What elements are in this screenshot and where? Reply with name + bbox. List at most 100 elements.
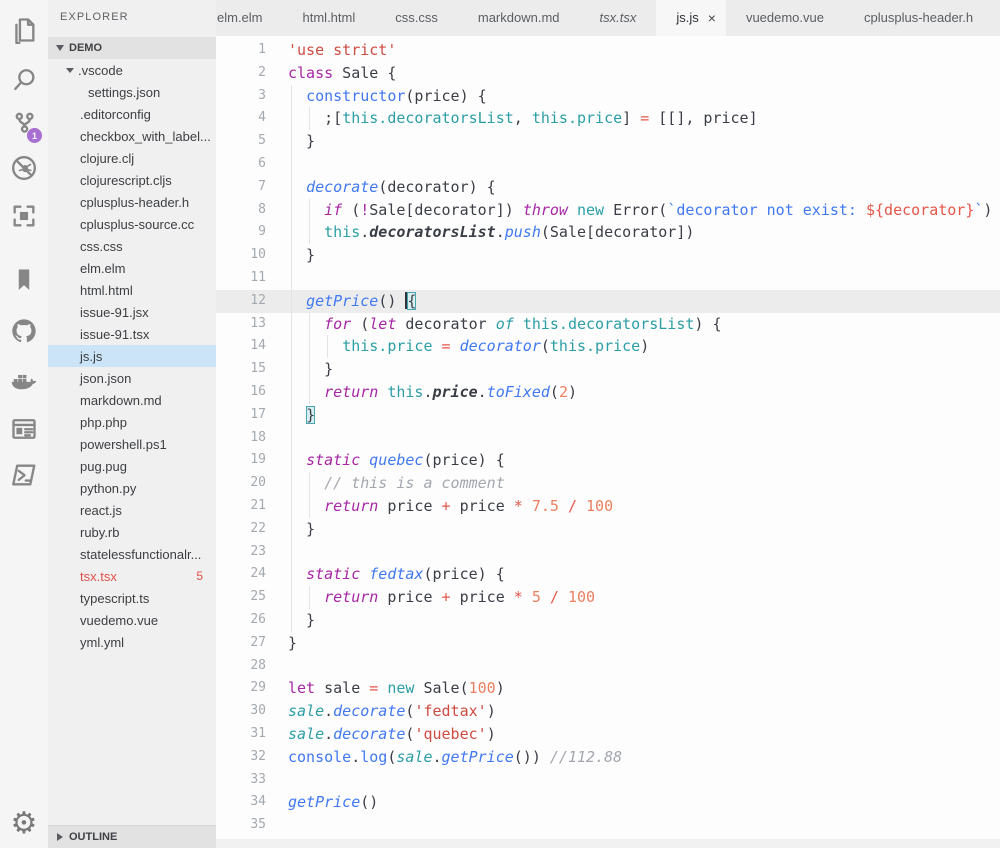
line-number: 32 (216, 746, 266, 769)
debug-disabled-icon[interactable] (7, 151, 41, 185)
code-line-5: 5 } (216, 130, 1000, 153)
file-row-tsx-tsx[interactable]: tsx.tsx5 (48, 565, 216, 587)
file-label: css.css (80, 239, 123, 254)
token-ti: sale (288, 702, 324, 720)
token-d: . (423, 383, 432, 401)
file-row-html-html[interactable]: html.html (48, 279, 216, 301)
token-ki: static (306, 451, 360, 469)
file-row-clojurescript-cljs[interactable]: clojurescript.cljs (48, 169, 216, 191)
indent-guide (309, 221, 310, 244)
github-icon[interactable] (7, 314, 41, 348)
token-s: 'quebec' (414, 725, 486, 743)
token-t: this.price (550, 337, 640, 355)
code-line-35: 35 (216, 814, 1000, 837)
file-row-react-js[interactable]: react.js (48, 499, 216, 521)
token-ti: of (496, 315, 514, 333)
code-line-content: } (266, 632, 297, 655)
tab-markdown-md[interactable]: markdown.md (458, 0, 580, 36)
tab-tsx-tsx[interactable]: tsx.tsx (580, 0, 657, 36)
token-d: Error( (604, 201, 667, 219)
token-d (541, 588, 550, 606)
close-icon[interactable]: × (708, 11, 716, 25)
file-row-python-py[interactable]: python.py (48, 477, 216, 499)
code-line-22: 22 } (216, 518, 1000, 541)
file-label: js.js (80, 349, 102, 364)
file-row-pug-pug[interactable]: pug.pug (48, 455, 216, 477)
code-line-17: 17 } (216, 404, 1000, 427)
folder-row--vscode[interactable]: .vscode (48, 59, 216, 81)
code-editor[interactable]: 1'use strict'2class Sale {3 constructor(… (216, 36, 1000, 848)
browser-preview-icon[interactable] (7, 412, 41, 446)
file-row-php-php[interactable]: php.php (48, 411, 216, 433)
token-t: new (577, 201, 604, 219)
tab-css-css[interactable]: css.css (375, 0, 458, 36)
outline-header[interactable]: OUTLINE (48, 825, 216, 848)
line-number: 7 (216, 176, 266, 199)
token-d: } (288, 360, 333, 378)
file-row-markdown-md[interactable]: markdown.md (48, 389, 216, 411)
token-d: (Sale[decorator]) (541, 223, 695, 241)
line-number: 12 (216, 290, 266, 313)
file-row-settings-json[interactable]: settings.json (48, 81, 216, 103)
tab-html-html[interactable]: html.html (283, 0, 376, 36)
line-number: 13 (216, 313, 266, 336)
code-line-content: getPrice() { (266, 290, 416, 313)
file-row-js-js[interactable]: js.js (48, 345, 216, 367)
code-line-content: } (266, 130, 315, 153)
bookmark-icon[interactable] (7, 263, 41, 297)
file-row-ruby-rb[interactable]: ruby.rb (48, 521, 216, 543)
token-fi: decorator (460, 337, 541, 355)
outline-header-label: OUTLINE (69, 831, 117, 843)
file-label: statelessfunctionalr... (80, 547, 201, 562)
code-line-21: 21 return price + price * 7.5 / 100 (216, 495, 1000, 518)
line-number: 16 (216, 381, 266, 404)
file-row-typescript-ts[interactable]: typescript.ts (48, 587, 216, 609)
token-t: this.decoratorsList (523, 315, 695, 333)
code-line-content: decorate(decorator) { (266, 176, 496, 199)
search-icon[interactable] (7, 62, 41, 96)
files-icon[interactable] (7, 13, 41, 47)
tab-js-js[interactable]: js.js× (656, 0, 726, 36)
file-row--editorconfig[interactable]: .editorconfig (48, 103, 216, 125)
token-fi: decorate (306, 178, 378, 196)
docker-icon[interactable] (7, 364, 41, 398)
file-row-cplusplus-source-cc[interactable]: cplusplus-source.cc (48, 213, 216, 235)
tab-cplusplus-header-h[interactable]: cplusplus-header.h (844, 0, 993, 36)
file-row-cplusplus-header-h[interactable]: cplusplus-header.h (48, 191, 216, 213)
powershell-icon[interactable] (7, 458, 41, 492)
file-row-vuedemo-vue[interactable]: vuedemo.vue (48, 609, 216, 631)
file-row-powershell-ps1[interactable]: powershell.ps1 (48, 433, 216, 455)
file-label: react.js (80, 503, 122, 518)
file-row-css-css[interactable]: css.css (48, 235, 216, 257)
line-number: 6 (216, 153, 266, 176)
code-line-content: } (266, 518, 315, 541)
token-o: / (550, 588, 559, 606)
token-fi: getPrice (442, 748, 514, 766)
line-number: 24 (216, 563, 266, 586)
file-label: powershell.ps1 (80, 437, 167, 452)
file-row-issue-91-jsx[interactable]: issue-91.jsx (48, 301, 216, 323)
token-k: ! (360, 201, 369, 219)
file-row-elm-elm[interactable]: elm.elm (48, 257, 216, 279)
file-row-clojure-clj[interactable]: clojure.clj (48, 147, 216, 169)
folder-header-demo[interactable]: DEMO (48, 37, 216, 59)
code-line-8: 8 if (!Sale[decorator]) throw new Error(… (216, 199, 1000, 222)
code-line-content (266, 769, 288, 792)
indent-guide (291, 495, 292, 518)
file-row-issue-91-tsx[interactable]: issue-91.tsx (48, 323, 216, 345)
frame-icon[interactable] (7, 199, 41, 233)
file-row-yml-yml[interactable]: yml.yml (48, 631, 216, 653)
file-row-statelessfunctionalr-[interactable]: statelessfunctionalr... (48, 543, 216, 565)
tab-vuedemo-vue[interactable]: vuedemo.vue (726, 0, 844, 36)
file-row-json-json[interactable]: json.json (48, 367, 216, 389)
horizontal-scrollbar-track[interactable] (216, 839, 1000, 848)
indent-guide (291, 563, 292, 586)
tab-elm-elm[interactable]: elm.elm (216, 0, 283, 36)
code-line-20: 20 // this is a comment (216, 472, 1000, 495)
code-line-1: 1'use strict' (216, 39, 1000, 62)
settings-gear-icon[interactable]: ⚙ (7, 807, 41, 841)
source-control-icon[interactable]: 1 (7, 107, 41, 141)
token-d (577, 497, 586, 515)
token-d (559, 588, 568, 606)
file-row-checkbox-with-label-[interactable]: checkbox_with_label... (48, 125, 216, 147)
